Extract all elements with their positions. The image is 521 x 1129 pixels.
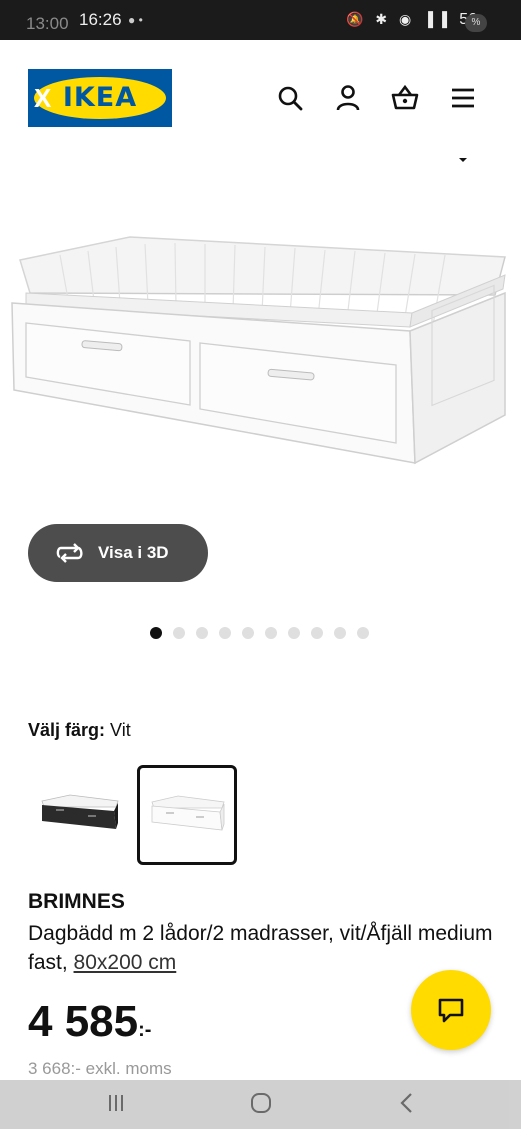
carousel-dot[interactable]	[196, 627, 208, 639]
price-suffix: :-	[138, 1019, 152, 1041]
color-picker-label: Välj färg: Vit	[28, 720, 131, 741]
chat-icon	[438, 998, 464, 1023]
product-image[interactable]	[0, 215, 521, 475]
ghost-time: 13:00	[26, 14, 69, 33]
carousel-dot[interactable]	[150, 627, 162, 639]
color-swatch-black-brown[interactable]	[30, 765, 130, 865]
recent-apps-button[interactable]	[96, 1086, 136, 1120]
carousel-dot[interactable]	[265, 627, 277, 639]
carousel-dot[interactable]	[219, 627, 231, 639]
ikea-logo[interactable]: IKEA X	[28, 69, 172, 127]
carousel-dot[interactable]	[334, 627, 346, 639]
recent-apps-icon	[109, 1095, 123, 1111]
back-button[interactable]	[387, 1086, 427, 1120]
product-description: Dagbädd m 2 lådor/2 madrasser, vit/Åfjäl…	[28, 919, 498, 977]
system-icons: 🔕 ✱ ◉ ▐▐	[346, 11, 451, 27]
carousel-dot[interactable]	[173, 627, 185, 639]
search-icon[interactable]	[275, 83, 305, 113]
home-button[interactable]	[241, 1086, 281, 1120]
color-label-title: Välj färg:	[28, 720, 106, 740]
carousel-dot[interactable]	[242, 627, 254, 639]
view-3d-button[interactable]: Visa i 3D	[28, 524, 208, 582]
carousel-dots	[150, 627, 369, 639]
product-name: BRIMNES	[28, 890, 125, 913]
back-icon	[400, 1093, 412, 1113]
price-amount: 4 585	[28, 997, 139, 1046]
carousel-dot[interactable]	[357, 627, 369, 639]
color-label-value: Vit	[110, 720, 131, 740]
chat-button[interactable]	[411, 970, 491, 1050]
rotate-3d-icon	[56, 543, 83, 563]
battery-badge: %	[465, 14, 487, 32]
user-icon[interactable]	[333, 83, 363, 113]
status-bar: 13:00 16:26 ● • 🔕 ✱ ◉ ▐▐ 56 %	[0, 0, 521, 40]
system-nav-bar	[0, 1080, 521, 1129]
carousel-dot[interactable]	[311, 627, 323, 639]
product-size-link[interactable]: 80x200 cm	[74, 951, 177, 974]
carousel-dot[interactable]	[288, 627, 300, 639]
status-time: 16:26	[79, 10, 122, 29]
notification-icons: ● •	[128, 13, 143, 27]
home-icon	[251, 1093, 271, 1113]
price-ex-vat: 3 668:- exkl. moms	[28, 1059, 172, 1078]
menu-icon[interactable]	[448, 83, 478, 113]
view-3d-label: Visa i 3D	[98, 543, 169, 562]
product-price: 4 585:-	[28, 997, 151, 1047]
logo-x-mark: X	[34, 83, 52, 113]
color-swatch-white[interactable]	[137, 765, 237, 865]
site-header: IKEA X	[0, 40, 521, 150]
chevron-down-icon[interactable]	[456, 152, 470, 162]
basket-icon[interactable]	[390, 83, 420, 113]
